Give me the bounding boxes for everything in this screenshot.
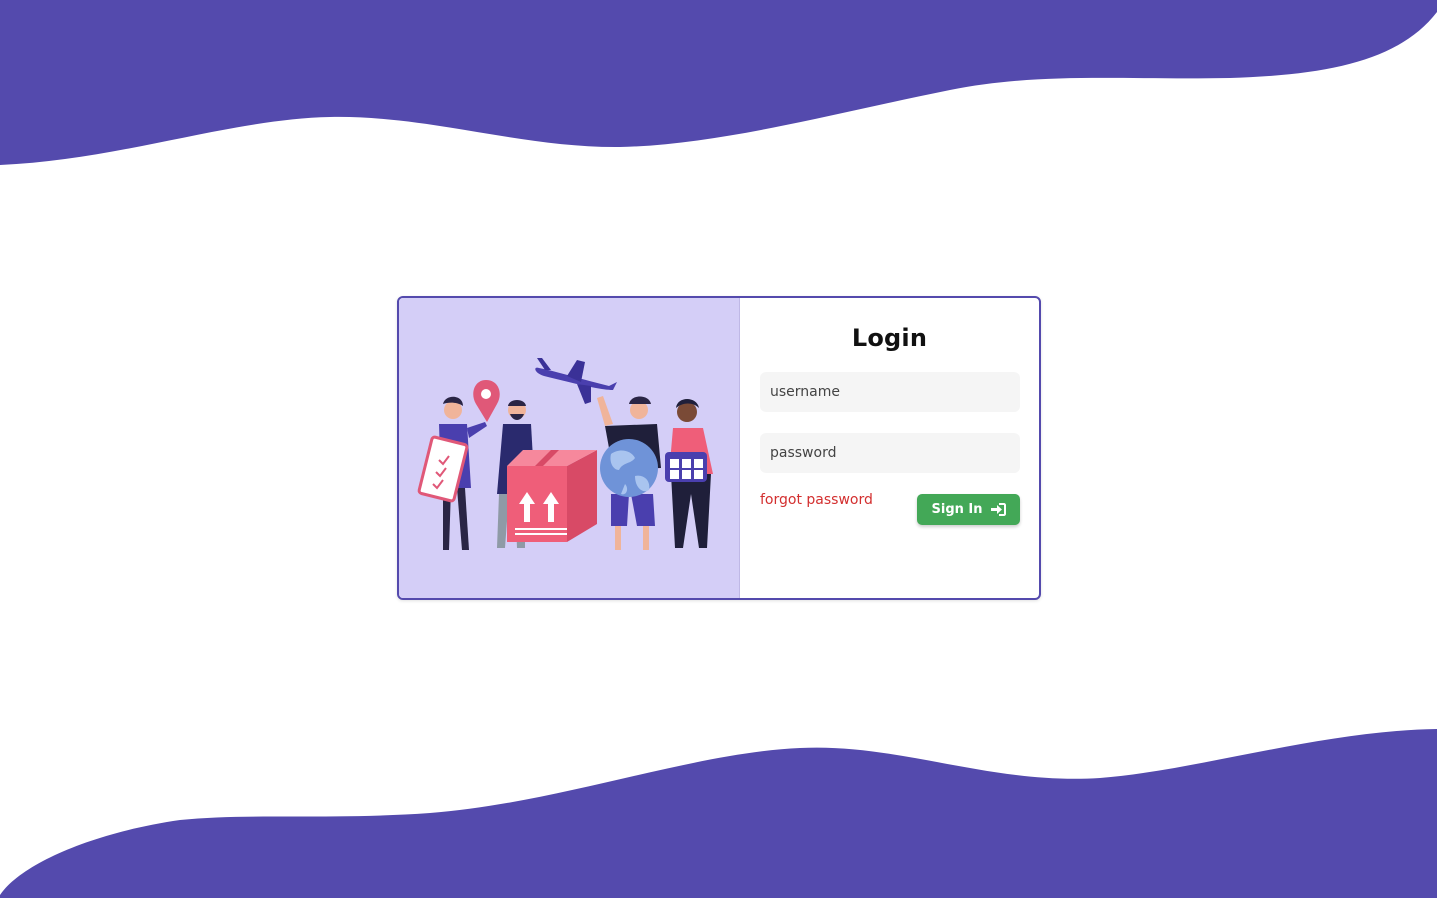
airplane-icon	[535, 358, 617, 404]
calendar-icon	[665, 452, 707, 482]
location-pin-icon	[473, 380, 500, 422]
person-with-clipboard	[417, 396, 487, 550]
globe-icon	[600, 439, 658, 497]
sign-in-button[interactable]: Sign In	[917, 494, 1020, 525]
forgot-password-link[interactable]: forgot password	[760, 492, 873, 508]
person-with-globe	[597, 396, 661, 550]
login-title: Login	[851, 324, 928, 352]
login-form: Login forgot password Sign In	[740, 298, 1039, 598]
username-input[interactable]	[760, 372, 1020, 412]
sign-in-icon	[990, 503, 1006, 516]
bottom-wave-decoration	[0, 729, 1437, 898]
person-with-calendar	[665, 399, 713, 548]
password-input[interactable]	[760, 433, 1020, 473]
top-wave-decoration	[0, 0, 1437, 165]
sign-in-label: Sign In	[931, 502, 983, 517]
illustration-panel	[399, 298, 740, 598]
package-box-icon	[507, 450, 597, 542]
logistics-illustration	[417, 358, 713, 550]
login-card: Login forgot password Sign In	[397, 296, 1041, 600]
